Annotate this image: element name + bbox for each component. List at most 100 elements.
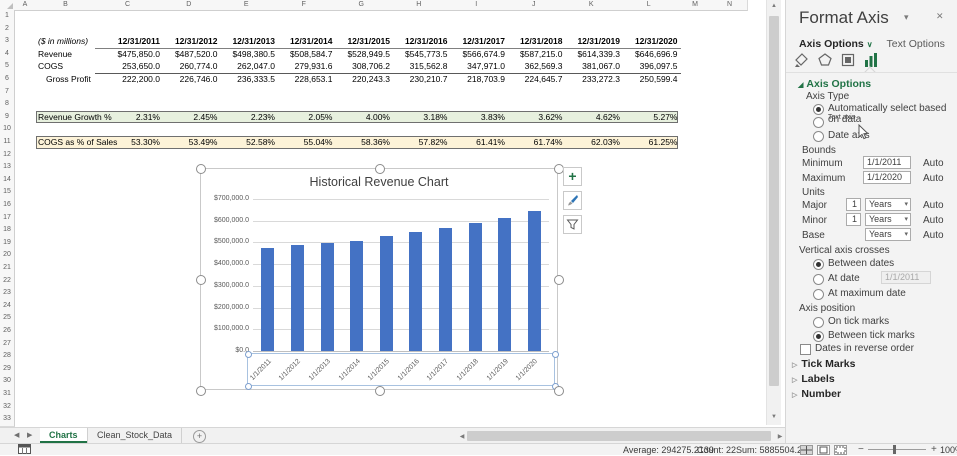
zoom-percent[interactable]: 100% (940, 445, 957, 455)
revenue-bar[interactable] (469, 223, 482, 351)
radio-between-dates-label[interactable]: Between dates (828, 258, 894, 269)
scroll-up-icon[interactable]: ▲ (767, 3, 781, 9)
new-sheet-button[interactable]: + (193, 430, 206, 443)
section-number[interactable]: ▷Number (792, 388, 841, 400)
cogs-label-cell[interactable]: COGS (36, 60, 97, 73)
record-macro-icon[interactable] (18, 444, 31, 456)
row-header-4[interactable]: 4 (0, 48, 15, 62)
date-header-cell[interactable]: 12/31/2020 (620, 35, 681, 49)
revenue-value-cell[interactable]: $475,850.0 (95, 48, 163, 61)
revenue-value-cell[interactable]: $498,380.5 (218, 48, 279, 61)
cogs-value-cell[interactable]: 362,569.3 (505, 60, 566, 74)
column-header-N[interactable]: N (713, 0, 748, 11)
zoom-out-button[interactable]: − (858, 444, 864, 455)
revenue-value-cell[interactable]: $566,674.9 (448, 48, 509, 61)
column-header-I[interactable]: I (448, 0, 507, 11)
cogs-value-cell[interactable]: 253,650.0 (95, 60, 163, 74)
revenue-growth-value-cell[interactable]: 3.83% (448, 111, 509, 124)
column-header-L[interactable]: L (620, 0, 679, 11)
row-header-20[interactable]: 20 (0, 249, 15, 263)
effects-icon[interactable] (815, 52, 835, 70)
row-header-25[interactable]: 25 (0, 312, 15, 326)
row-header-19[interactable]: 19 (0, 237, 15, 251)
base-auto-label[interactable]: Auto (923, 230, 944, 241)
date-header-cell[interactable]: 12/31/2017 (448, 35, 509, 49)
radio-between-tick-marks-label[interactable]: Between tick marks (828, 330, 915, 341)
row-header-11[interactable]: 11 (0, 136, 15, 150)
cogs-pct-value-cell[interactable]: 61.74% (505, 136, 566, 149)
row-header-17[interactable]: 17 (0, 212, 15, 226)
pane-close-icon[interactable]: ✕ (936, 11, 944, 22)
major-auto-label[interactable]: Auto (923, 200, 944, 211)
cogs-pct-value-cell[interactable]: 53.49% (160, 136, 221, 149)
revenue-value-cell[interactable]: $587,215.0 (505, 48, 566, 61)
revenue-growth-value-cell[interactable]: 2.31% (95, 111, 163, 124)
revenue-growth-value-cell[interactable]: 4.62% (563, 111, 624, 124)
zoom-slider-thumb[interactable] (893, 445, 896, 454)
cogs-value-cell[interactable]: 347,971.0 (448, 60, 509, 74)
row-header-33[interactable]: 33 (0, 413, 15, 427)
row-header-18[interactable]: 18 (0, 224, 15, 238)
minor-value-input[interactable]: 1 (846, 213, 861, 226)
revenue-bar[interactable] (291, 245, 304, 351)
radio-between-tick-marks[interactable] (813, 331, 824, 342)
radio-at-date[interactable] (813, 274, 824, 285)
scroll-down-icon[interactable]: ▼ (767, 414, 781, 420)
gross-profit-value-cell[interactable]: 220,243.3 (333, 73, 394, 86)
revenue-bar[interactable] (409, 232, 422, 351)
cogs-value-cell[interactable]: 262,047.0 (218, 60, 279, 74)
row-header-1[interactable]: 1 (0, 10, 15, 24)
revenue-bar[interactable] (321, 243, 334, 351)
row-header-2[interactable]: 2 (0, 23, 15, 37)
cogs-pct-value-cell[interactable]: 58.36% (333, 136, 394, 149)
zoom-in-button[interactable]: + (931, 444, 937, 455)
sheet-tab-charts[interactable]: Charts (40, 428, 88, 443)
row-header-13[interactable]: 13 (0, 161, 15, 175)
revenue-growth-value-cell[interactable]: 2.45% (160, 111, 221, 124)
row-header-14[interactable]: 14 (0, 174, 15, 188)
page-break-view-icon[interactable] (834, 445, 847, 455)
chart-resize-handle[interactable] (554, 386, 564, 396)
revenue-value-cell[interactable]: $487,520.0 (160, 48, 221, 61)
chart-resize-handle[interactable] (554, 275, 564, 285)
date-header-cell[interactable]: 12/31/2011 (95, 35, 163, 49)
column-header-B[interactable]: B (36, 0, 96, 11)
chart-resize-handle[interactable] (196, 275, 206, 285)
radio-date-axis[interactable] (813, 131, 824, 142)
row-header-21[interactable]: 21 (0, 262, 15, 276)
row-header-12[interactable]: 12 (0, 149, 15, 163)
revenue-bar[interactable] (380, 236, 393, 351)
row-header-29[interactable]: 29 (0, 363, 15, 377)
gross-profit-value-cell[interactable]: 236,333.5 (218, 73, 279, 86)
scroll-right-icon[interactable]: ▶ (773, 433, 787, 440)
column-header-E[interactable]: E (218, 0, 277, 11)
cogs-pct-label-cell[interactable]: COGS as % of Sales (36, 136, 97, 149)
row-header-9[interactable]: 9 (0, 111, 15, 125)
gross-profit-value-cell[interactable]: 233,272.3 (563, 73, 624, 86)
cogs-value-cell[interactable]: 279,931.6 (275, 60, 336, 74)
revenue-value-cell[interactable]: $545,773.5 (390, 48, 451, 61)
cogs-pct-value-cell[interactable]: 62.03% (563, 136, 624, 149)
revenue-bar[interactable] (261, 248, 274, 351)
row-header-10[interactable]: 10 (0, 123, 15, 137)
cogs-value-cell[interactable]: 260,774.0 (160, 60, 221, 74)
radio-at-date-label[interactable]: At date (828, 273, 860, 284)
major-unit-dropdown[interactable]: Years (865, 198, 911, 211)
cogs-pct-value-cell[interactable]: 61.25% (620, 136, 681, 149)
cogs-value-cell[interactable]: 381,067.0 (563, 60, 624, 74)
tab-nav-right-icon[interactable]: ▶ (27, 431, 32, 439)
minor-unit-dropdown[interactable]: Years (865, 213, 911, 226)
maximum-input[interactable]: 1/1/2020 (863, 171, 911, 184)
fill-line-icon[interactable] (792, 52, 812, 70)
page-layout-view-icon[interactable] (817, 445, 830, 455)
revenue-growth-value-cell[interactable]: 4.00% (333, 111, 394, 124)
horizontal-scroll-thumb[interactable] (467, 431, 771, 441)
gross-profit-value-cell[interactable]: 218,703.9 (448, 73, 509, 86)
column-header-M[interactable]: M (678, 0, 714, 11)
cogs-pct-value-cell[interactable]: 55.04% (275, 136, 336, 149)
row-header-7[interactable]: 7 (0, 86, 15, 100)
units-note-cell[interactable]: ($ in millions) (36, 35, 97, 48)
chart-elements-button[interactable]: + (563, 167, 582, 186)
radio-text-axis-label[interactable]: Text axis (828, 114, 858, 121)
dates-reverse-checkbox-label[interactable]: Dates in reverse order (815, 343, 914, 354)
